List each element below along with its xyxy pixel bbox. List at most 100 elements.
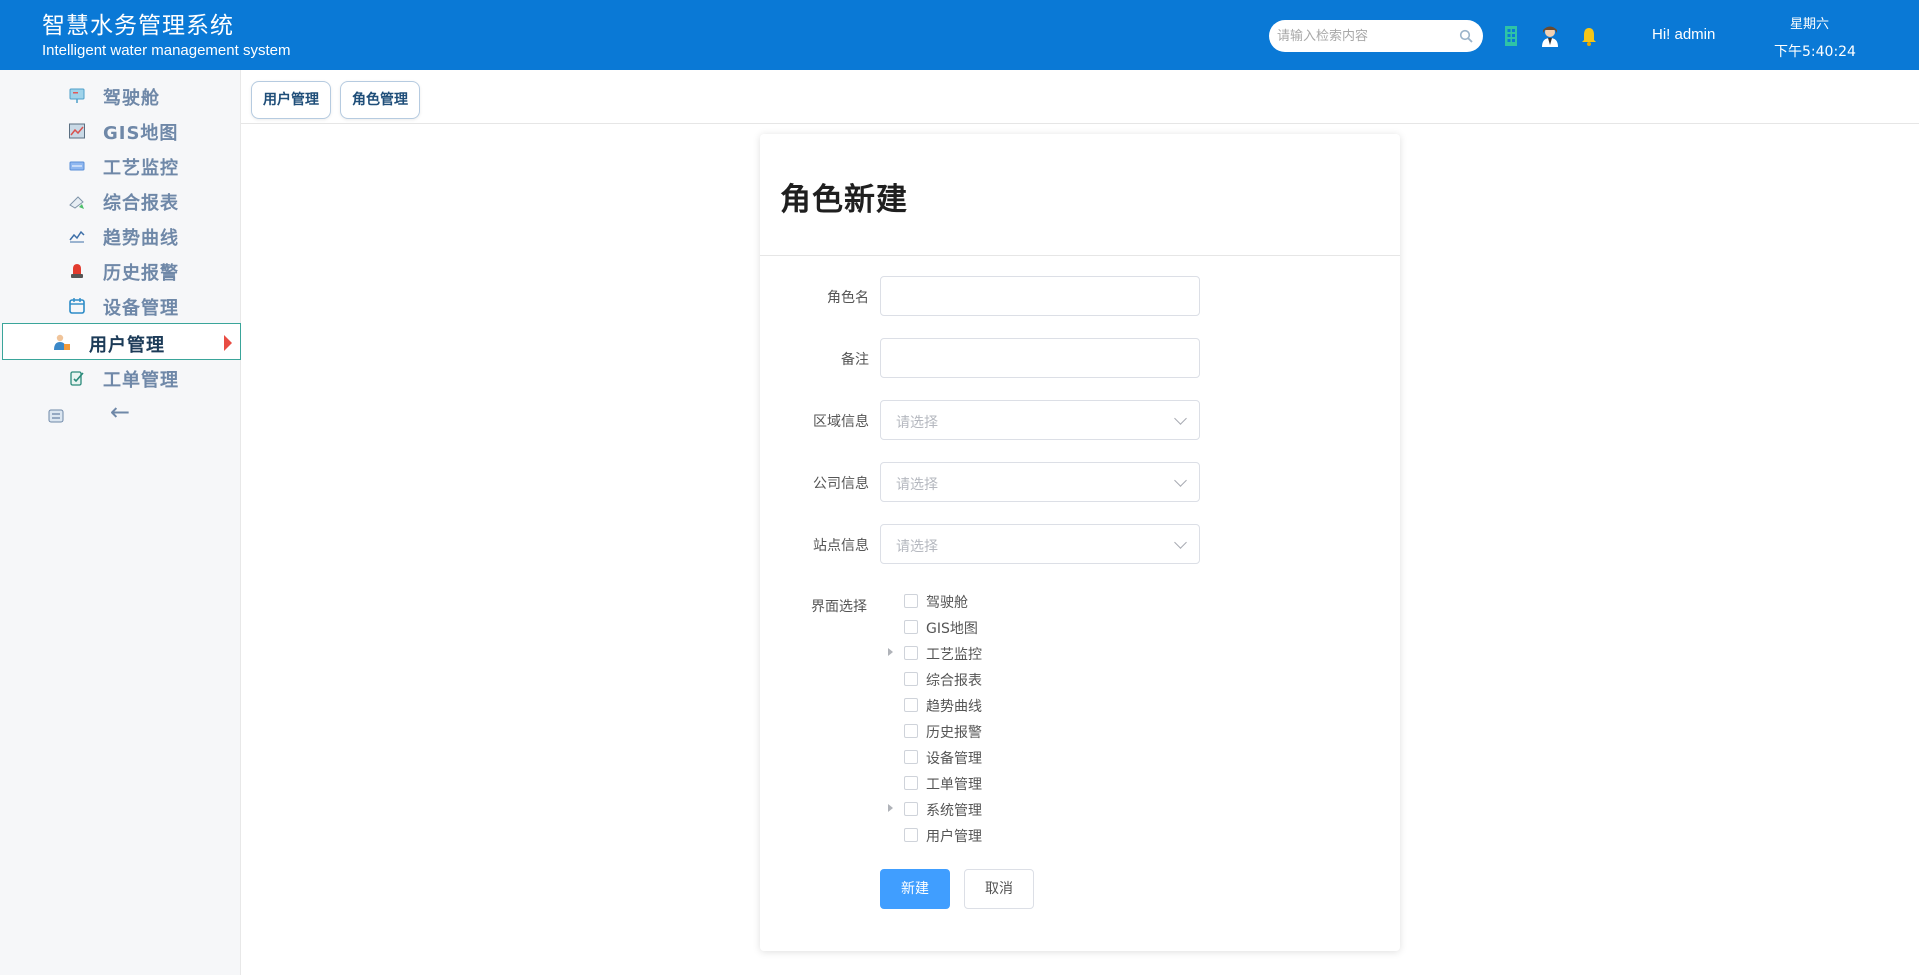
tab-user-manage[interactable]: 用户管理 — [251, 81, 331, 119]
alarm-icon — [71, 264, 83, 278]
sidebar-item-label: 工艺监控 — [103, 158, 179, 179]
chevron-down-icon — [1174, 474, 1187, 487]
tree-checkbox[interactable] — [904, 594, 918, 608]
chevron-down-icon — [1174, 412, 1187, 425]
create-button[interactable]: 新建 — [880, 869, 950, 909]
building-icon[interactable] — [1500, 24, 1522, 48]
role-name-label: 角色名 — [827, 290, 869, 306]
tree-node-label: 设备管理 — [926, 751, 982, 767]
company-select[interactable]: 请选择 — [880, 462, 1200, 502]
form-row-company: 公司信息 请选择 — [760, 462, 1400, 502]
sidebar-item-process-monitor[interactable]: 工艺监控 — [0, 149, 241, 183]
chevron-down-icon — [1174, 536, 1187, 549]
active-indicator-icon — [224, 335, 232, 351]
bell-icon[interactable] — [1578, 24, 1600, 48]
search-box — [1269, 20, 1483, 52]
tree-node-label: 工艺监控 — [926, 647, 982, 663]
sidebar-item-alarm-history[interactable]: 历史报警 — [0, 254, 241, 288]
tree-node-label: 综合报表 — [926, 673, 982, 689]
form-row-remark: 备注 — [760, 338, 1400, 378]
role-name-field-wrapper — [880, 276, 1200, 316]
collapse-arrow-icon: ← — [110, 398, 131, 426]
page-permission-tree: 驾驶舱 GIS地图 工艺监控 综合报表 趋势曲线 历史报警 设备管理 工单管理 … — [880, 588, 1200, 848]
page-title: 角色新建 — [780, 182, 908, 218]
weekday-label: 星期六 — [1790, 17, 1830, 32]
sidebar-item-label: 驾驶舱 — [103, 88, 160, 109]
sidebar-item-label: 用户管理 — [89, 335, 165, 356]
search-input[interactable] — [1277, 20, 1457, 52]
tree-checkbox[interactable] — [904, 750, 918, 764]
sidebar-item-gis-map[interactable]: GIS地图 — [0, 114, 241, 148]
sidebar-item-workorder[interactable]: 工单管理 — [0, 361, 241, 395]
tree-checkbox[interactable] — [904, 802, 918, 816]
trend-icon — [69, 230, 85, 243]
sidebar: 驾驶舱 GIS地图 工艺监控 综合报表 趋势曲线 历史报警 设备管理 用户管理 … — [0, 70, 241, 975]
form-row-role-name: 角色名 — [760, 276, 1400, 316]
station-select[interactable]: 请选择 — [880, 524, 1200, 564]
search-icon[interactable] — [1459, 29, 1473, 43]
role-create-card: 角色新建 角色名 备注 区域信息 请选择 公司信息 请选择 站点信息 请选择 界… — [760, 134, 1400, 951]
tree-checkbox[interactable] — [904, 724, 918, 738]
tree-node: 趋势曲线 — [880, 692, 1200, 718]
tree-checkbox[interactable] — [904, 672, 918, 686]
tree-node-label: 用户管理 — [926, 829, 982, 845]
region-select-placeholder: 请选择 — [896, 415, 938, 431]
device-icon — [69, 298, 85, 314]
sidebar-item-label: 趋势曲线 — [103, 228, 179, 249]
sidebar-item-label: GIS地图 — [103, 123, 179, 144]
sidebar-item-user-manage[interactable]: 用户管理 — [2, 323, 241, 360]
company-select-placeholder: 请选择 — [896, 477, 938, 493]
tree-node-label: 趋势曲线 — [926, 699, 982, 715]
sidebar-item-report[interactable]: 综合报表 — [0, 184, 241, 218]
tree-node: 用户管理 — [880, 822, 1200, 848]
tree-checkbox[interactable] — [904, 828, 918, 842]
tree-node: 工单管理 — [880, 770, 1200, 796]
sidebar-collapse-button[interactable]: ← — [0, 398, 241, 432]
expand-caret-icon[interactable] — [888, 648, 893, 656]
sidebar-item-device[interactable]: 设备管理 — [0, 289, 241, 323]
tree-node: 系统管理 — [880, 796, 1200, 822]
expand-caret-icon[interactable] — [888, 804, 893, 812]
user-avatar-icon[interactable] — [1539, 24, 1561, 48]
report-icon — [69, 196, 84, 209]
tab-bar: 用户管理 角色管理 — [241, 70, 1919, 124]
station-select-placeholder: 请选择 — [896, 539, 938, 555]
app-subtitle: Intelligent water management system — [42, 42, 291, 59]
sidebar-item-label: 工单管理 — [103, 370, 179, 391]
tree-node: 驾驶舱 — [880, 588, 1200, 614]
tree-node-label: 历史报警 — [926, 725, 982, 741]
station-label: 站点信息 — [813, 538, 869, 554]
remark-input[interactable] — [881, 339, 1199, 377]
card-header: 角色新建 — [760, 134, 1400, 256]
role-name-input[interactable] — [881, 277, 1199, 315]
tree-node-label: GIS地图 — [926, 621, 978, 637]
form-row-station: 站点信息 请选择 — [760, 524, 1400, 564]
tab-role-manage[interactable]: 角色管理 — [340, 81, 420, 119]
tree-checkbox[interactable] — [904, 776, 918, 790]
region-select[interactable]: 请选择 — [880, 400, 1200, 440]
company-label: 公司信息 — [813, 476, 869, 492]
sidebar-item-label: 历史报警 — [103, 263, 179, 284]
tree-node: 设备管理 — [880, 744, 1200, 770]
sidebar-item-label: 设备管理 — [103, 298, 179, 319]
region-label: 区域信息 — [813, 414, 869, 430]
tree-node-label: 系统管理 — [926, 803, 982, 819]
sidebar-item-cockpit[interactable]: 驾驶舱 — [0, 79, 241, 113]
tree-checkbox[interactable] — [904, 698, 918, 712]
app-title: 智慧水务管理系统 — [42, 13, 234, 39]
tree-node: GIS地图 — [880, 614, 1200, 640]
cockpit-icon — [69, 88, 85, 103]
cancel-button[interactable]: 取消 — [964, 869, 1034, 909]
sidebar-item-label: 综合报表 — [103, 193, 179, 214]
app-header: 智慧水务管理系统 Intelligent water management sy… — [0, 0, 1919, 70]
tree-node-label: 工单管理 — [926, 777, 982, 793]
map-icon — [69, 123, 85, 139]
remark-field-wrapper — [880, 338, 1200, 378]
tree-node: 历史报警 — [880, 718, 1200, 744]
monitor-icon — [69, 161, 85, 171]
tree-node: 综合报表 — [880, 666, 1200, 692]
sidebar-item-trend[interactable]: 趋势曲线 — [0, 219, 241, 253]
tree-checkbox[interactable] — [904, 620, 918, 634]
tree-node-label: 驾驶舱 — [926, 595, 968, 611]
tree-checkbox[interactable] — [904, 646, 918, 660]
